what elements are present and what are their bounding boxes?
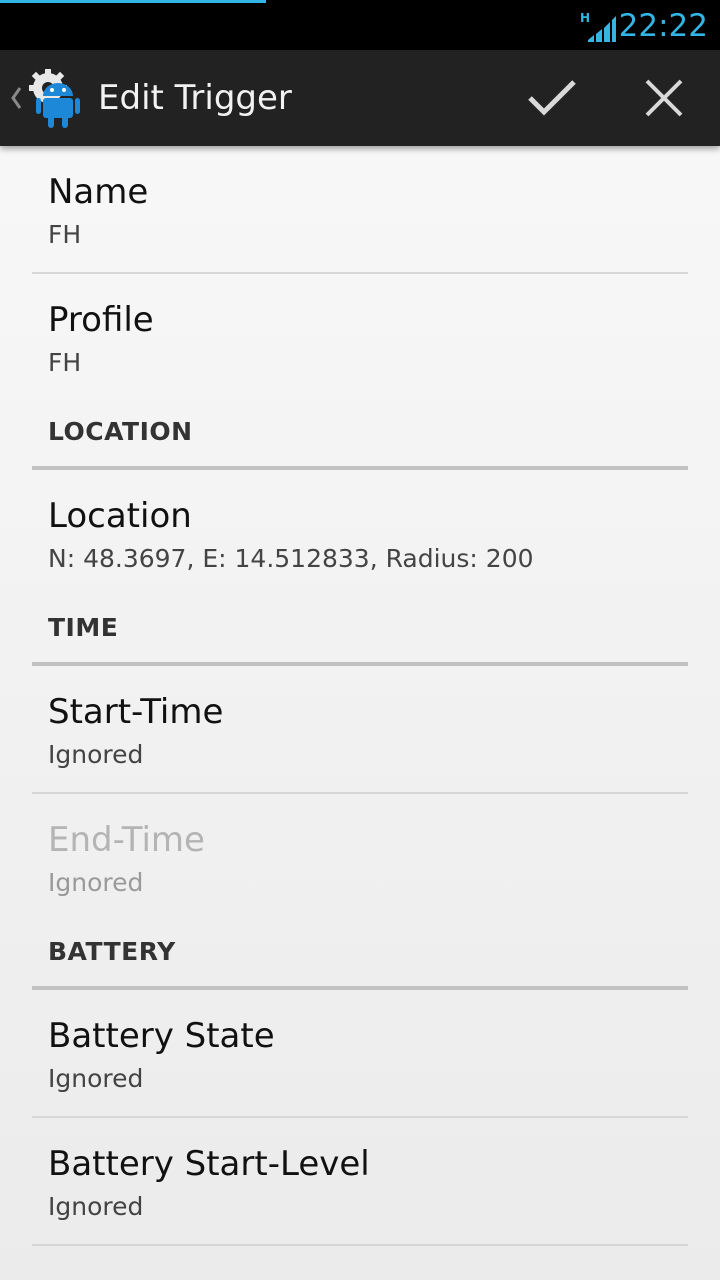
status-bar: H 22:22 — [0, 0, 720, 50]
pref-battery-start-level[interactable]: Battery Start-Level Ignored — [32, 1118, 688, 1246]
pref-title: End-Time — [48, 820, 205, 860]
close-icon — [645, 79, 683, 117]
category-label: TIME — [48, 613, 119, 642]
status-clock: 22:22 — [618, 8, 708, 44]
pref-summary: N: 48.3697, E: 14.512833, Radius: 200 — [48, 544, 534, 573]
pref-title: Battery State — [48, 1016, 275, 1056]
pref-title: Profile — [48, 300, 154, 340]
category-time: TIME — [32, 600, 688, 666]
pref-summary: Ignored — [48, 1192, 144, 1221]
cancel-button[interactable] — [630, 64, 698, 132]
android-gear-icon[interactable] — [28, 68, 90, 130]
signal-icon: H — [580, 11, 616, 42]
checkmark-icon — [528, 80, 576, 116]
preference-list: Name FH Profile FH LOCATION Location N: … — [0, 146, 720, 1246]
pref-battery-state[interactable]: Battery State Ignored — [32, 990, 688, 1118]
pref-title: Location — [48, 496, 192, 536]
confirm-button[interactable] — [518, 64, 586, 132]
action-bar: Edit Trigger — [0, 50, 720, 146]
pref-summary: Ignored — [48, 1064, 144, 1093]
chevron-left-icon[interactable] — [8, 84, 24, 112]
pref-location[interactable]: Location N: 48.3697, E: 14.512833, Radiu… — [32, 470, 688, 600]
network-type: H — [580, 11, 590, 25]
pref-summary: FH — [48, 220, 82, 249]
page-title: Edit Trigger — [98, 78, 292, 118]
pref-title: Name — [48, 172, 149, 212]
category-location: LOCATION — [32, 404, 688, 470]
pref-summary: FH — [48, 348, 82, 377]
pref-title: Battery Start-Level — [48, 1144, 370, 1184]
category-label: BATTERY — [48, 937, 176, 966]
pref-summary: Ignored — [48, 868, 144, 897]
pref-summary: Ignored — [48, 740, 144, 769]
category-label: LOCATION — [48, 417, 193, 446]
pref-profile[interactable]: Profile FH — [32, 274, 688, 404]
pref-name[interactable]: Name FH — [32, 146, 688, 274]
notification-indicator — [0, 0, 266, 3]
pref-end-time: End-Time Ignored — [32, 794, 688, 924]
category-battery: BATTERY — [32, 924, 688, 990]
pref-start-time[interactable]: Start-Time Ignored — [32, 666, 688, 794]
pref-title: Start-Time — [48, 692, 224, 732]
